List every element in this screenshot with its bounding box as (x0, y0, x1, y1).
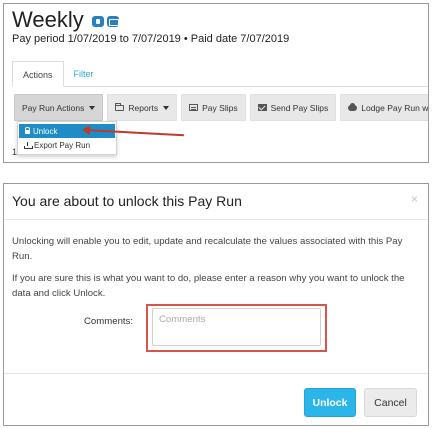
folder-icon (115, 102, 125, 111)
chevron-down-icon (89, 105, 96, 110)
background-text: 1 (12, 147, 18, 157)
send-pay-slips-label: Send Pay Slips (270, 102, 329, 113)
unlock-button[interactable]: Unlock (304, 388, 356, 417)
send-pay-slips-button[interactable]: Send Pay Slips (249, 94, 337, 121)
dialog-header: You are about to unlock this Pay Run × (4, 184, 428, 220)
download-icon (24, 141, 33, 149)
dialog-instructions: If you are sure this is what you want to… (12, 273, 405, 299)
tab-bar: Actions Filter (12, 61, 428, 87)
tab-actions[interactable]: Actions (12, 61, 64, 87)
pay-run-actions-label: Pay Run Actions (22, 102, 85, 113)
payslip-icon (189, 104, 199, 111)
lodge-pay-run-button[interactable]: Lodge Pay Run with ATO (340, 94, 429, 121)
cancel-button[interactable]: Cancel (364, 388, 417, 417)
reports-label: Reports (128, 102, 159, 113)
unlock-pay-run-dialog: You are about to unlock this Pay Run × U… (3, 183, 429, 426)
pay-run-actions-menu: Unlock Export Pay Run (17, 121, 117, 155)
pay-period-subtitle: Pay period 1/07/2019 to 7/07/2019 • Paid… (12, 33, 290, 45)
dialog-title: You are about to unlock this Pay Run (12, 193, 242, 209)
title-icons (91, 16, 119, 27)
page-title-text: Weekly (12, 7, 84, 32)
comments-field[interactable] (152, 308, 321, 346)
menu-item-unlock-label: Unlock (33, 126, 58, 136)
pay-run-page: Weekly Pay period 1/07/2019 to 7/07/2019… (3, 3, 429, 163)
tab-filter[interactable]: Filter (64, 61, 104, 87)
info-icon[interactable] (91, 16, 104, 27)
envelope-icon (257, 104, 267, 111)
menu-item-export-label: Export Pay Run (34, 140, 91, 150)
close-icon[interactable]: × (411, 192, 418, 206)
pay-run-actions-button[interactable]: Pay Run Actions (14, 94, 104, 121)
cloud-upload-icon (348, 102, 358, 111)
dialog-description: Unlocking will enable you to edit, updat… (12, 236, 403, 262)
comments-label: Comments: (84, 316, 134, 327)
menu-item-export-pay-run[interactable]: Export Pay Run (18, 138, 116, 152)
pay-slips-button[interactable]: Pay Slips (181, 94, 246, 121)
chevron-down-icon (163, 105, 170, 110)
pay-slips-label: Pay Slips (202, 102, 238, 113)
dialog-footer: Unlock Cancel (4, 373, 428, 425)
lodge-pay-run-label: Lodge Pay Run with ATO (361, 102, 429, 113)
reports-button[interactable]: Reports (107, 94, 178, 121)
actions-toolbar: Pay Run Actions Reports Pay Slips Send P… (14, 94, 429, 121)
page-title: Weekly (12, 7, 119, 33)
lock-icon (25, 127, 30, 134)
card-icon[interactable] (106, 16, 119, 27)
